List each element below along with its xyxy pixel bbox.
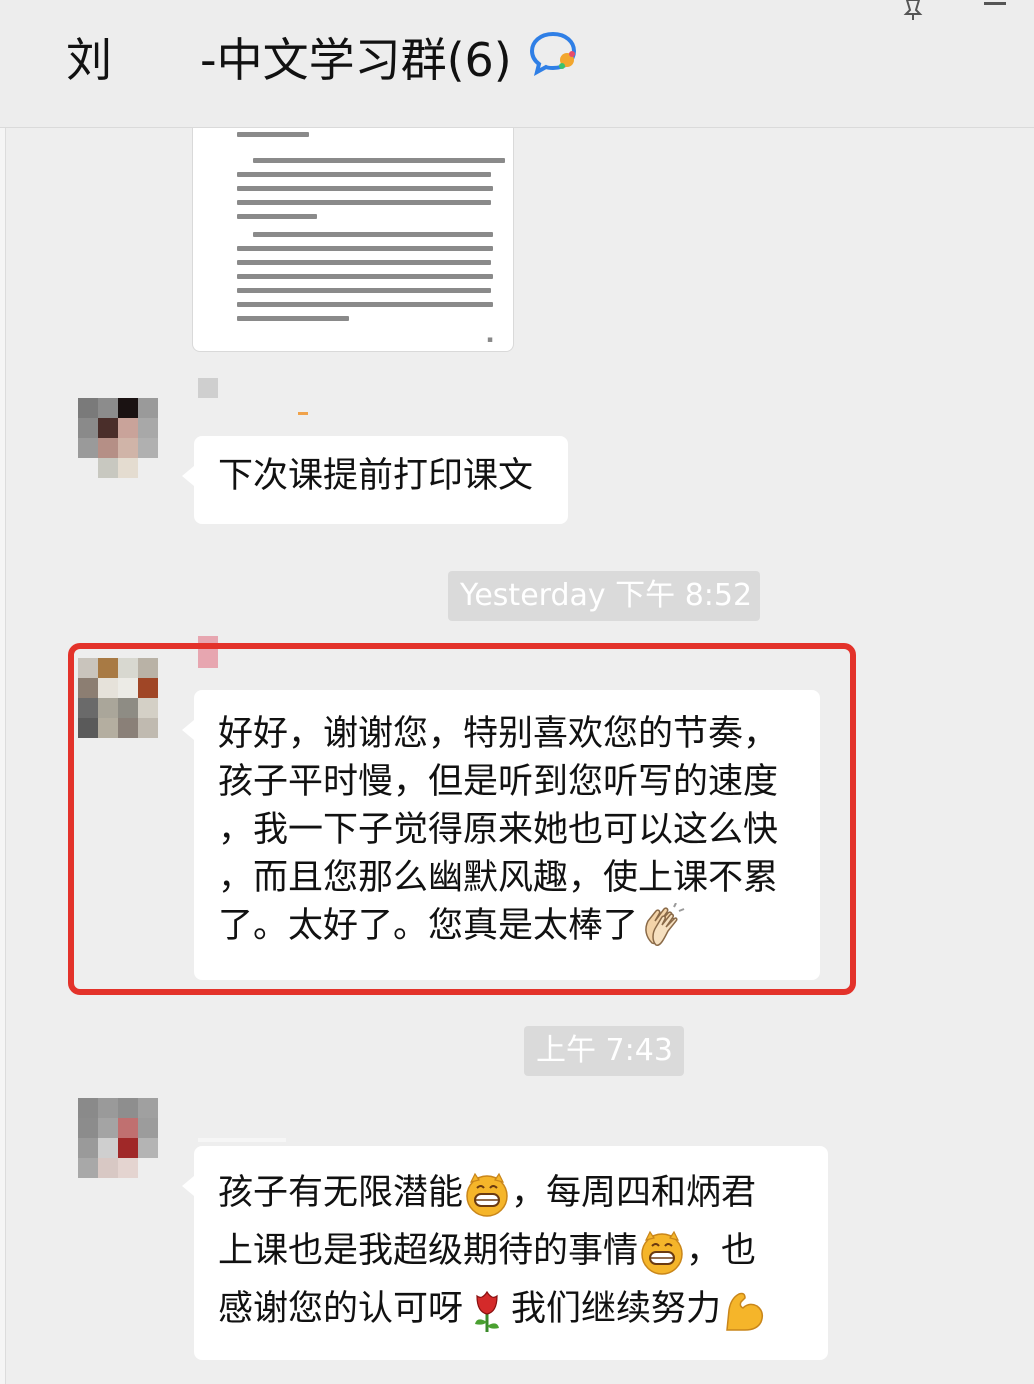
- message-text: 我们继续努力: [511, 1289, 722, 1329]
- doc-text-line: [237, 246, 493, 251]
- doc-text-line: [237, 316, 349, 321]
- sender-name-blurred: [298, 412, 308, 415]
- message-text: 孩子有无限潜能: [218, 1173, 464, 1213]
- chat-title-group: -中文学习群(6): [200, 33, 512, 87]
- doc-text-line: [237, 274, 493, 279]
- avatar[interactable]: [78, 1098, 158, 1178]
- doc-text-line: [237, 172, 491, 177]
- doc-text-line: [237, 186, 493, 191]
- chat-title-name: 刘: [66, 33, 112, 87]
- avatar[interactable]: [78, 398, 158, 478]
- message-text: 下次课提前打印课文: [218, 456, 534, 496]
- grinning-face-icon: [638, 1228, 686, 1276]
- message-bubble[interactable]: 孩子有无限潜能 ，每周四和炳君 上课也是我超级期待的事情 ，也 感谢您的认可呀 …: [182, 1146, 828, 1360]
- sender-name-blurred: [198, 378, 218, 398]
- doc-text-line: [237, 260, 491, 265]
- doc-text-line: [237, 214, 317, 219]
- grinning-face-icon: [463, 1170, 511, 1218]
- doc-text-line: [253, 158, 505, 163]
- message-text: ，每周四和炳君: [511, 1173, 757, 1213]
- document-image-message[interactable]: ▪: [192, 128, 514, 352]
- message-text: 上课也是我超级期待的事情: [218, 1231, 639, 1271]
- timestamp: 上午 7:43: [524, 1026, 684, 1076]
- message-text: 感谢您的认可呀: [218, 1289, 464, 1329]
- doc-text-line: [237, 200, 491, 205]
- message-text: ，也: [686, 1231, 757, 1271]
- doc-text-line: [237, 302, 493, 307]
- doc-page-marker: ▪: [486, 335, 493, 345]
- flexed-biceps-icon: [721, 1286, 769, 1334]
- doc-text-line: [253, 232, 493, 237]
- chat-bubble-icon[interactable]: [528, 30, 578, 76]
- timestamp: Yesterday 下午 8:52: [448, 571, 760, 621]
- window-left-edge: [0, 0, 6, 1384]
- rose-icon: [463, 1286, 511, 1334]
- sender-name-blurred: [198, 1138, 286, 1142]
- highlight-box: [68, 643, 856, 995]
- chat-header: 刘 -中文学习群(6): [0, 0, 1034, 128]
- doc-text-line: [237, 132, 309, 137]
- doc-text-line: [237, 288, 491, 293]
- minimize-icon[interactable]: [984, 2, 1006, 5]
- message-bubble[interactable]: 下次课提前打印课文: [182, 436, 568, 524]
- pin-icon[interactable]: [900, 0, 926, 20]
